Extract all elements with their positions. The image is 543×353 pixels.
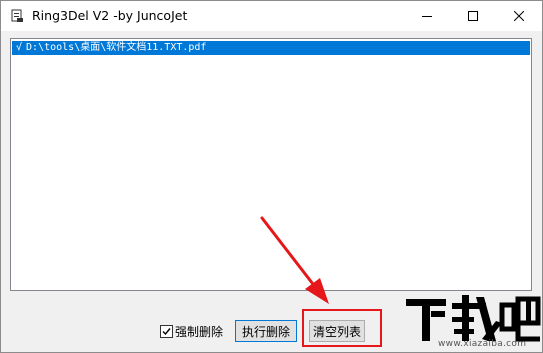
clear-list-button[interactable]: 清空列表 <box>309 320 365 342</box>
checkbox-box[interactable] <box>160 324 173 338</box>
minimize-icon <box>422 16 432 17</box>
list-item-path: D:\tools\桌面\软件文档11.TXT.pdf <box>26 42 207 53</box>
watermark-url: www.xiazaiba.com <box>438 339 527 349</box>
list-item[interactable]: √ D:\tools\桌面\软件文档11.TXT.pdf <box>12 41 530 55</box>
close-button[interactable] <box>496 1 542 31</box>
execute-delete-button[interactable]: 执行删除 <box>235 320 297 342</box>
file-list[interactable]: √ D:\tools\桌面\软件文档11.TXT.pdf <box>10 38 532 291</box>
force-delete-label: 强制删除 <box>175 324 224 339</box>
minimize-button[interactable] <box>404 1 450 31</box>
app-icon <box>11 9 23 22</box>
maximize-icon <box>468 11 478 21</box>
checkmark-icon <box>162 327 171 335</box>
close-icon <box>514 11 524 21</box>
force-delete-checkbox[interactable]: 强制删除 <box>160 322 223 340</box>
window-title: Ring3Del V2 -by JuncoJet <box>32 8 188 23</box>
list-item-check: √ <box>16 42 23 53</box>
maximize-button[interactable] <box>450 1 496 31</box>
title-bar[interactable]: Ring3Del V2 -by JuncoJet <box>1 1 542 31</box>
watermark-logo <box>406 295 541 342</box>
